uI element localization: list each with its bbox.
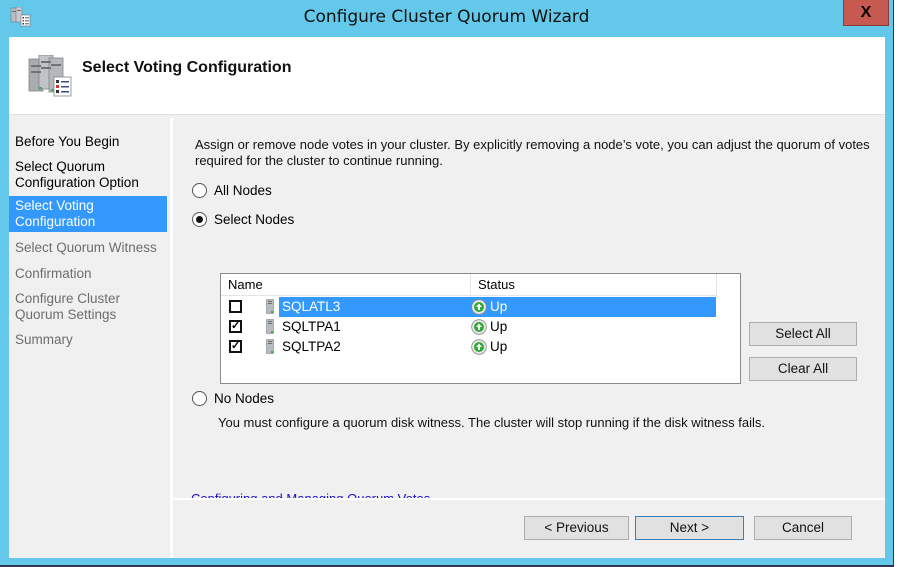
step-label-line2: Configuration <box>15 214 96 229</box>
radio-button[interactable] <box>192 391 207 406</box>
radio-label: Select Nodes <box>214 212 295 227</box>
node-status: Up <box>490 319 508 334</box>
previous-button[interactable]: < Previous <box>524 516 629 540</box>
node-row[interactable]: ✓ SQLTPA2 Up <box>221 337 716 357</box>
step-label: Configure Cluster <box>15 291 121 306</box>
status-up-icon <box>471 299 487 315</box>
node-status-cell: Up <box>471 337 716 357</box>
wizard-header: Select Voting Configuration <box>9 37 885 115</box>
voting-configuration-icon <box>28 55 72 97</box>
main-panel: Assign or remove node votes in your clus… <box>173 118 885 506</box>
wizard-footer: < Previous Next > Cancel <box>173 500 885 558</box>
wizard-window: Configure Cluster Quorum Wizard X Select… <box>0 0 894 567</box>
sidebar-item-configure-cluster-quorum-settings: Configure Cluster Quorum Settings <box>9 291 167 323</box>
step-label: Confirmation <box>15 266 92 281</box>
node-vote-checkbox[interactable]: ✓ <box>229 320 242 333</box>
step-label: Select Quorum Witness <box>15 240 157 255</box>
next-button[interactable]: Next > <box>635 516 744 540</box>
node-name: SQLATL3 <box>279 297 471 317</box>
wizard-steps-sidebar: Before You Begin Select Quorum Configura… <box>9 118 169 558</box>
node-vote-checkbox[interactable]: ✓ <box>229 340 242 353</box>
status-up-icon <box>471 339 487 355</box>
no-nodes-note: You must configure a quorum disk witness… <box>218 415 765 430</box>
sidebar-item-select-quorum-witness: Select Quorum Witness <box>9 240 167 256</box>
server-icon <box>266 319 274 334</box>
step-label: Select Quorum <box>15 159 106 174</box>
select-nodes-radio[interactable]: Select Nodes <box>192 212 294 227</box>
radio-label: All Nodes <box>214 183 272 198</box>
column-header-status[interactable]: Status <box>471 274 717 296</box>
sidebar-item-before-you-begin[interactable]: Before You Begin <box>9 134 167 150</box>
radio-button[interactable] <box>192 183 207 198</box>
no-nodes-radio[interactable]: No Nodes <box>192 391 274 406</box>
window-title: Configure Cluster Quorum Wizard <box>303 7 590 27</box>
node-status-cell: Up <box>471 297 716 317</box>
step-label: Select Voting <box>15 198 94 213</box>
nodes-list[interactable]: Name Status SQLATL3 Up ✓ SQLTPA1 Up ✓ SQLTPA2 U… <box>220 273 741 384</box>
step-label: Summary <box>15 332 73 347</box>
sidebar-item-confirmation: Confirmation <box>9 266 167 282</box>
server-icon <box>266 299 274 314</box>
close-button[interactable]: X <box>843 0 889 26</box>
radio-label: No Nodes <box>214 391 275 406</box>
close-icon: X <box>860 3 872 21</box>
node-row[interactable]: ✓ SQLTPA1 Up <box>221 317 716 337</box>
sidebar-item-select-quorum-option[interactable]: Select Quorum Configuration Option <box>9 159 167 191</box>
status-up-icon <box>471 319 487 335</box>
node-row[interactable]: SQLATL3 Up <box>221 297 716 317</box>
server-icon <box>266 339 274 354</box>
column-header-name[interactable]: Name <box>221 274 471 296</box>
step-label-line2: Configuration Option <box>15 175 139 190</box>
node-name: SQLTPA1 <box>282 319 341 334</box>
step-label-line2: Quorum Settings <box>15 307 117 322</box>
step-label: Before You Begin <box>15 134 120 149</box>
node-status: Up <box>490 299 508 314</box>
wizard-client-area: Select Voting Configuration Before You B… <box>9 37 885 558</box>
select-all-button[interactable]: Select All <box>749 322 857 346</box>
page-title: Select Voting Configuration <box>82 59 292 76</box>
node-status: Up <box>490 339 508 354</box>
list-header: Name Status <box>221 274 717 296</box>
node-status-cell: Up <box>471 317 716 337</box>
node-name: SQLTPA2 <box>282 339 341 354</box>
clear-all-button[interactable]: Clear All <box>749 357 857 381</box>
sidebar-item-summary: Summary <box>9 332 167 348</box>
title-bar: Configure Cluster Quorum Wizard X <box>0 0 893 36</box>
description-text: Assign or remove node votes in your clus… <box>195 137 870 168</box>
cancel-button[interactable]: Cancel <box>754 516 852 540</box>
all-nodes-radio[interactable]: All Nodes <box>192 183 272 198</box>
radio-button[interactable] <box>192 212 207 227</box>
node-vote-checkbox[interactable] <box>229 300 242 313</box>
sidebar-item-select-voting-configuration[interactable]: Select Voting Configuration <box>9 196 167 232</box>
